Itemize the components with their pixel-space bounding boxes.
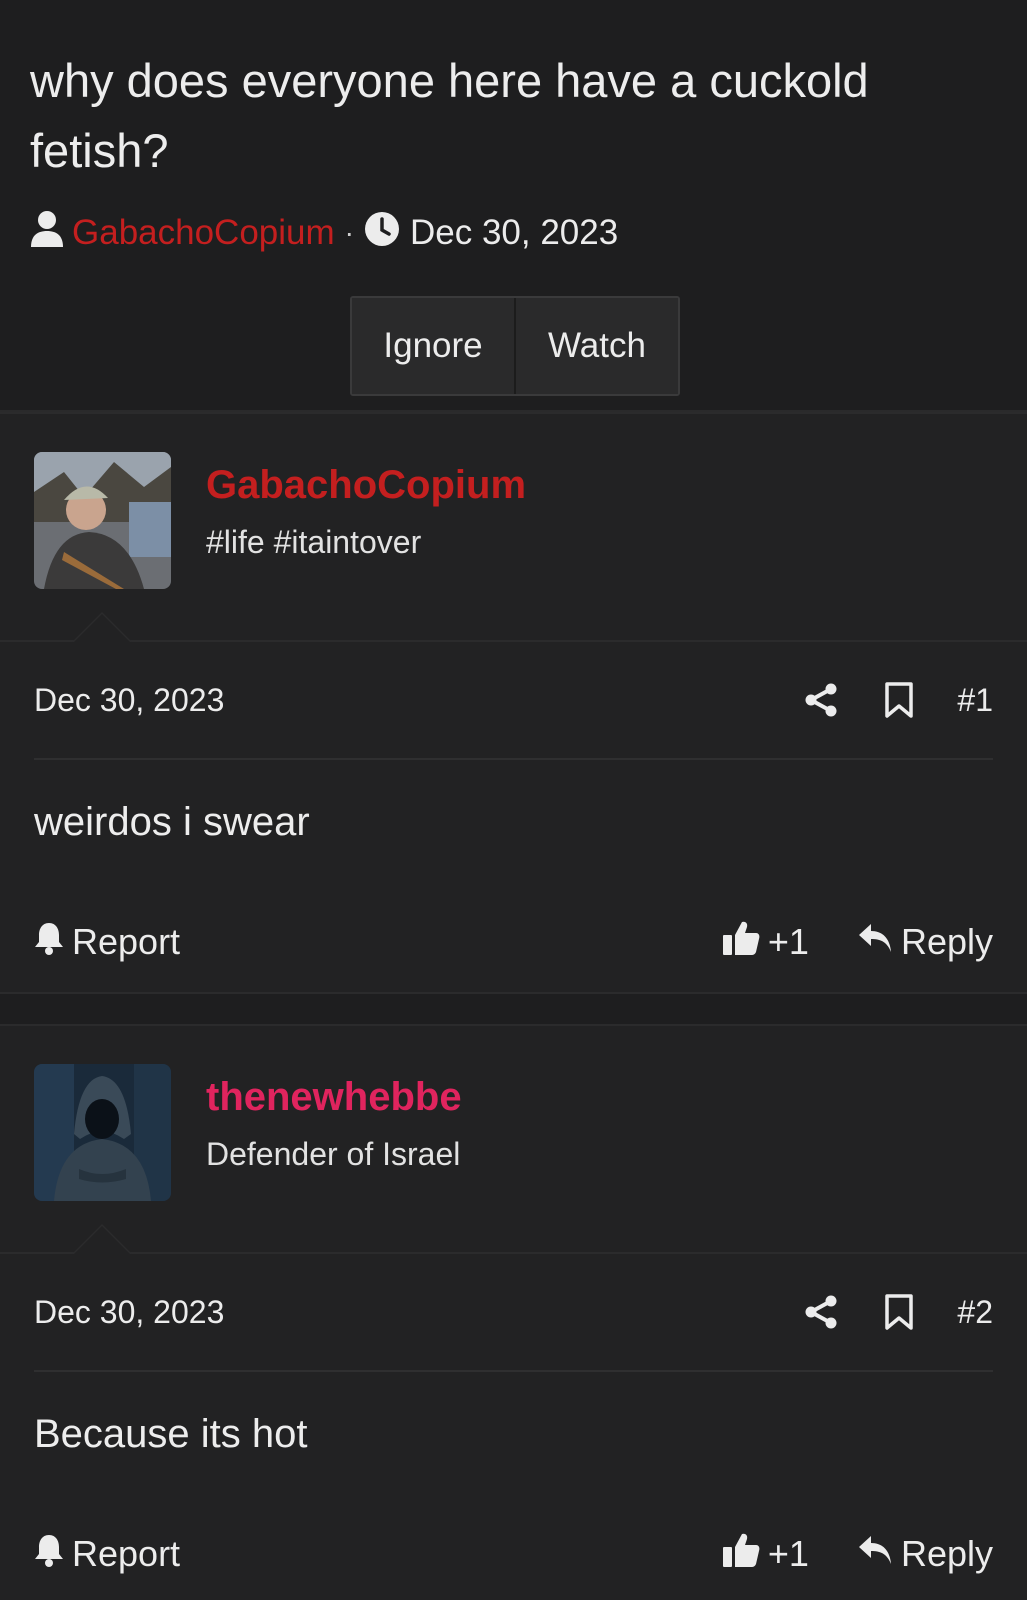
reply-icon [857,921,901,963]
post-header: Dec 30, 2023 #1 [34,642,993,760]
reply-label: Reply [900,921,993,962]
thumbs-up-icon [722,919,768,966]
thread-actions: Ignore Watch [350,296,680,396]
thread-date[interactable]: Dec 30, 2023 [410,213,618,253]
user-icon [30,210,64,257]
post-date[interactable]: Dec 30, 2023 [34,1294,224,1331]
bell-icon [34,1533,72,1576]
reaction-count: +1 [767,1533,809,1574]
message-arrow [72,1224,132,1254]
post-number-link[interactable]: #2 [957,1294,993,1331]
post-actions: +1 Reply [722,1531,993,1578]
post-footer: Report +1 Reply [34,892,993,992]
reaction-count: +1 [767,921,809,962]
post-tools: #2 [763,1292,993,1332]
thread-header: why does everyone here have a cuckold fe… [0,0,1027,412]
message-arrow [72,612,132,642]
avatar[interactable] [34,452,171,589]
post-username[interactable]: GabachoCopium [206,458,526,512]
thread-title: why does everyone here have a cuckold fe… [30,54,869,177]
post-separator [0,992,1027,1024]
ignore-button[interactable]: Ignore [352,298,514,394]
watch-button[interactable]: Watch [514,298,678,394]
meta-separator: · [344,217,354,248]
reply-label: Reply [900,1533,993,1574]
report-label: Report [72,921,181,962]
post-content: weirdos i swear [34,800,310,844]
post-header: Dec 30, 2023 #2 [34,1254,993,1372]
user-title: Defender of Israel [206,1136,461,1172]
user-info: thenewhebbe Defender of Israel [206,1064,462,1252]
post-body: Dec 30, 2023 #1 weirdos i swear Report +… [0,642,1027,992]
reply-button[interactable]: Reply [857,1533,993,1575]
post: GabachoCopium #life #itaintover Dec 30, … [0,412,1027,992]
share-icon[interactable] [801,680,841,720]
post-username[interactable]: thenewhebbe [206,1070,462,1124]
share-icon[interactable] [801,1292,841,1332]
post-user-block: thenewhebbe Defender of Israel [0,1026,1027,1254]
clock-icon [364,211,400,256]
reply-icon [857,1533,901,1575]
post-number-link[interactable]: #1 [957,682,993,719]
post: thenewhebbe Defender of Israel Dec 30, 2… [0,1024,1027,1600]
post-user-block: GabachoCopium #life #itaintover [0,414,1027,642]
avatar[interactable] [34,1064,171,1201]
post-footer: Report +1 Reply [34,1504,993,1600]
thread-author-link[interactable]: GabachoCopium [72,213,335,253]
thumbs-up-icon [722,1531,768,1578]
like-button[interactable]: +1 [722,1531,809,1578]
bell-icon [34,921,72,964]
post-actions: +1 Reply [722,919,993,966]
post-tools: #1 [763,680,993,720]
reply-button[interactable]: Reply [857,921,993,963]
report-label: Report [72,1533,181,1574]
report-button[interactable]: Report [34,921,180,964]
post-body: Dec 30, 2023 #2 Because its hot Report +… [0,1254,1027,1600]
post-date[interactable]: Dec 30, 2023 [34,682,224,719]
user-info: GabachoCopium #life #itaintover [206,452,526,640]
report-button[interactable]: Report [34,1533,180,1576]
thread-meta: GabachoCopium · Dec 30, 2023 [30,208,997,258]
post-content: Because its hot [34,1412,308,1456]
user-title: #life #itaintover [206,524,422,560]
bookmark-icon[interactable] [879,680,919,720]
like-button[interactable]: +1 [722,919,809,966]
bookmark-icon[interactable] [879,1292,919,1332]
